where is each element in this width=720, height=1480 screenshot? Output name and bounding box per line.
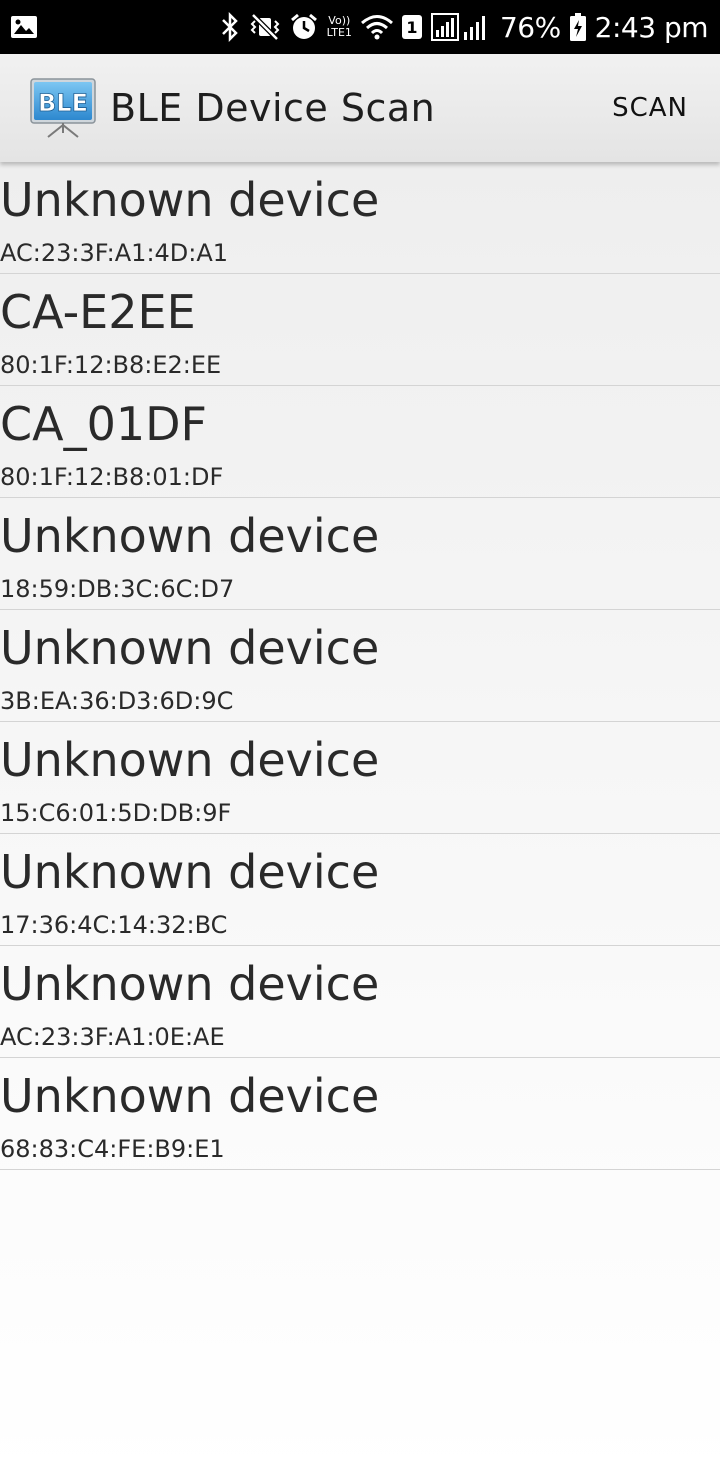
signal-icon [430, 12, 492, 42]
app-title: BLE Device Scan [110, 86, 436, 130]
device-list-item[interactable]: CA_01DF 80:1F:12:B8:01:DF [0, 386, 720, 498]
device-address: AC:23:3F:A1:4D:A1 [0, 239, 229, 267]
device-name: Unknown device [0, 509, 380, 563]
device-list-item[interactable]: Unknown device 15:C6:01:5D:DB:9F [0, 722, 720, 834]
device-list-item[interactable]: Unknown device AC:23:3F:A1:0E:AE [0, 946, 720, 1058]
alarm-icon [289, 12, 319, 42]
device-address: AC:23:3F:A1:0E:AE [0, 1023, 225, 1051]
clock: 2:43 pm [594, 10, 709, 44]
status-bar: Vo)) LTE1 1 76% 2:43 pm [0, 0, 720, 54]
volte-indicator: Vo)) LTE1 [327, 15, 352, 39]
sim-icon: 1 [401, 15, 422, 39]
app-icon-label: BLE [38, 89, 88, 117]
device-address: 3B:EA:36:D3:6D:9C [0, 687, 234, 715]
action-bar: BLE BLE Device Scan SCAN [0, 54, 720, 162]
device-address: 80:1F:12:B8:01:DF [0, 463, 224, 491]
wifi-icon [360, 13, 394, 41]
device-list-item[interactable]: Unknown device 17:36:4C:14:32:BC [0, 834, 720, 946]
device-name: Unknown device [0, 1069, 380, 1123]
device-address: 15:C6:01:5D:DB:9F [0, 799, 232, 827]
device-address: 18:59:DB:3C:6C:D7 [0, 575, 235, 603]
app-icon: BLE [30, 77, 96, 139]
device-list: Unknown device AC:23:3F:A1:4D:A1 CA-E2EE… [0, 162, 720, 1170]
device-list-item[interactable]: Unknown device 68:83:C4:FE:B9:E1 [0, 1058, 720, 1170]
device-address: 80:1F:12:B8:E2:EE [0, 351, 222, 379]
device-name: Unknown device [0, 621, 380, 675]
device-name: Unknown device [0, 845, 380, 899]
bluetooth-icon [219, 12, 241, 42]
device-list-item[interactable]: CA-E2EE 80:1F:12:B8:E2:EE [0, 274, 720, 386]
device-name: CA_01DF [0, 397, 207, 451]
device-address: 68:83:C4:FE:B9:E1 [0, 1135, 225, 1163]
lte-label: LTE1 [326, 26, 352, 39]
device-address: 17:36:4C:14:32:BC [0, 911, 228, 939]
scan-button[interactable]: SCAN [608, 85, 692, 131]
device-name: Unknown device [0, 733, 380, 787]
gallery-icon [10, 15, 38, 39]
device-name: Unknown device [0, 957, 380, 1011]
device-name: CA-E2EE [0, 285, 196, 339]
vibrate-mute-icon [249, 12, 281, 42]
device-list-item[interactable]: Unknown device AC:23:3F:A1:4D:A1 [0, 162, 720, 274]
device-name: Unknown device [0, 173, 380, 227]
battery-charging-icon [569, 12, 587, 42]
device-list-item[interactable]: Unknown device 18:59:DB:3C:6C:D7 [0, 498, 720, 610]
device-list-item[interactable]: Unknown device 3B:EA:36:D3:6D:9C [0, 610, 720, 722]
battery-percent: 76% [499, 10, 561, 44]
